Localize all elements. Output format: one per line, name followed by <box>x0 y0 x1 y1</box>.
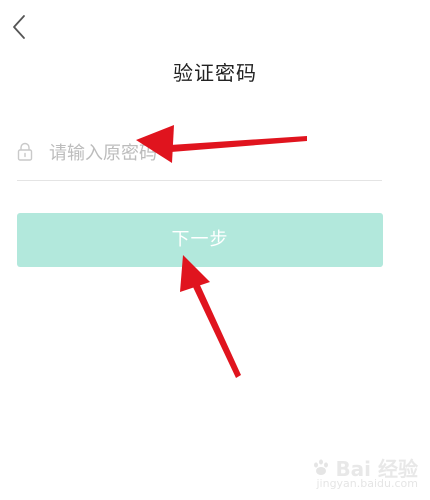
page-title: 验证密码 <box>173 61 257 85</box>
back-button[interactable] <box>8 12 32 42</box>
next-step-button[interactable]: 下一步 <box>17 213 383 267</box>
arrow-to-next-button-icon <box>180 255 241 378</box>
baidu-paw-icon <box>314 459 329 475</box>
password-field-row <box>17 132 382 181</box>
watermark-subtext: jingyan.baidu.com <box>316 477 418 490</box>
baidu-jingyan-watermark: Bai 经验 jingyan.baidu.com <box>311 453 418 490</box>
chevron-left-icon <box>13 15 25 39</box>
lock-icon <box>17 142 33 161</box>
original-password-input[interactable] <box>49 138 369 168</box>
verify-password-screen: 验证密码 下一步 Bai 经验 jingyan.baidu.com <box>0 0 430 500</box>
